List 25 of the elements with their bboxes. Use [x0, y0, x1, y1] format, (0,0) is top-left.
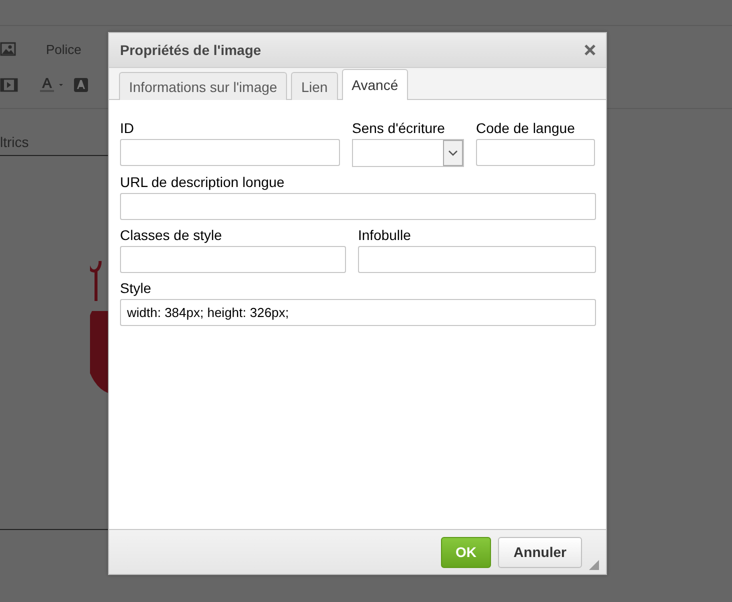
cancel-button[interactable]: Annuler [498, 536, 582, 568]
field-label: Classes de style [120, 227, 223, 244]
field-label: Infobulle [358, 227, 412, 244]
field-label: Style [120, 280, 152, 297]
input-field[interactable] [358, 246, 596, 273]
input-field[interactable]: width: 384px; height: 326px; [120, 299, 596, 326]
input-field[interactable] [476, 139, 595, 166]
tab[interactable]: Avancé [342, 69, 408, 100]
input-field[interactable] [120, 139, 340, 166]
image-icon[interactable] [0, 42, 16, 56]
content-text: ltrics [0, 134, 29, 150]
field-label: ID [120, 120, 135, 137]
text-color-icon[interactable] [40, 77, 66, 93]
dialog-title: Propriétés de l'image [120, 42, 262, 58]
select-field[interactable] [352, 139, 464, 167]
tab[interactable]: Lien [291, 72, 338, 100]
field-label: Code de langue [476, 120, 576, 137]
video-icon[interactable] [0, 78, 18, 92]
input-field[interactable] [120, 193, 596, 220]
field-label: Sens d'écriture [352, 120, 446, 137]
field-label: URL de description longue [120, 174, 286, 191]
input-field[interactable] [120, 246, 346, 273]
resize-handle-icon[interactable] [589, 560, 599, 570]
tab[interactable]: Informations sur l'image [119, 72, 288, 100]
close-icon[interactable] [584, 44, 596, 56]
